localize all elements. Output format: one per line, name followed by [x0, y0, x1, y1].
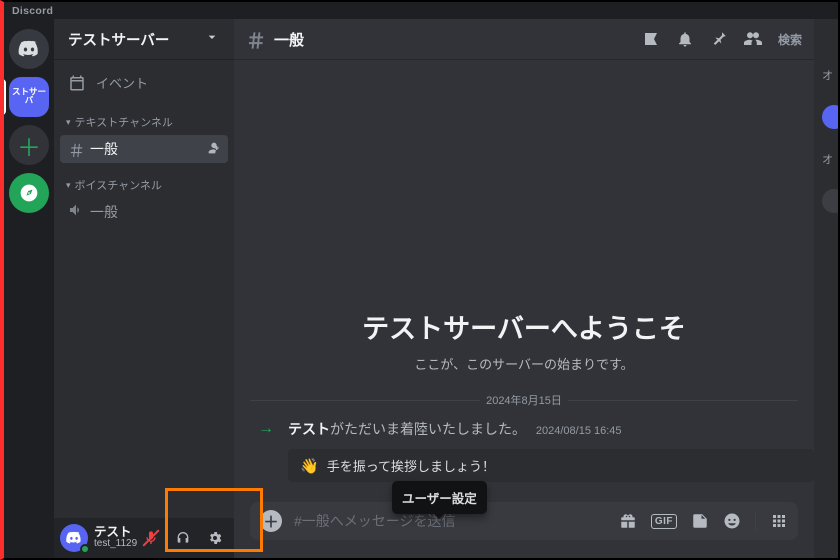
welcome-block: テストサーバーへようこそ ここが、このサーバーの始まりです。: [234, 287, 814, 379]
self-avatar[interactable]: [60, 524, 88, 552]
channel-label: 一般: [90, 139, 118, 159]
self-user-label[interactable]: テスト test_1129: [94, 526, 132, 550]
chevron-down-icon: ▾: [66, 180, 71, 191]
user-panel: テスト test_1129: [54, 518, 234, 558]
welcome-title: テストサーバーへようこそ: [250, 307, 798, 346]
server-rail: ストサーバ ＋: [4, 19, 54, 558]
server-name: テストサーバー: [68, 29, 169, 50]
wave-greeting-button[interactable]: 👋 手を振って挨拶しましょう！: [288, 449, 814, 482]
speaker-icon: [68, 202, 84, 223]
events-item[interactable]: イベント: [60, 65, 228, 100]
apps-icon[interactable]: [770, 512, 788, 530]
invite-people-icon[interactable]: [204, 140, 220, 159]
members-online-heading: オ: [814, 67, 833, 83]
member-list-icon[interactable]: [744, 30, 762, 48]
gif-icon[interactable]: GIF: [651, 514, 677, 529]
headset-icon: [175, 530, 191, 546]
wave-emoji-icon: 👋: [300, 457, 319, 475]
server-icon-current[interactable]: ストサーバ: [9, 77, 49, 117]
text-channel-general[interactable]: ＃ 一般: [60, 135, 228, 163]
home-button[interactable]: [9, 29, 49, 69]
server-active-pill: [4, 79, 6, 115]
channel-sidebar: テストサーバー イベント ▾ テキストチャンネル ＃ 一般: [54, 19, 234, 558]
discord-logo-icon: [17, 37, 41, 61]
category-voice-channels[interactable]: ▾ ボイスチャンネル: [60, 173, 228, 197]
window-titlebar: Discord: [4, 2, 838, 19]
member-avatar[interactable]: [822, 105, 838, 129]
member-list: オ オ: [814, 19, 838, 558]
emoji-icon[interactable]: [723, 512, 741, 530]
date-divider: 2024年8月15日: [234, 391, 814, 409]
chevron-down-icon: [204, 29, 220, 49]
chevron-down-icon: ▾: [66, 117, 71, 128]
members-offline-heading: オ: [814, 151, 833, 167]
header-channel-name: 一般: [274, 29, 304, 50]
join-timestamp: 2024/08/15 16:45: [536, 425, 622, 437]
channel-label: 一般: [90, 202, 118, 222]
message-scroller[interactable]: テストサーバーへようこそ ここが、このサーバーの始まりです。 2024年8月15…: [234, 59, 814, 492]
explore-servers-button[interactable]: [9, 173, 49, 213]
hash-icon: ＃: [246, 25, 266, 54]
gift-icon[interactable]: [619, 512, 637, 530]
microphone-icon: [143, 530, 159, 546]
compass-icon: [19, 183, 39, 203]
pinned-messages-icon[interactable]: [710, 30, 728, 48]
search-label[interactable]: 検索: [778, 31, 802, 48]
attach-button[interactable]: ＋: [260, 510, 282, 532]
system-join-message: → テストがただいま着陸いたしました。 2024/08/15 16:45: [234, 417, 814, 443]
hash-icon: ＃: [68, 137, 84, 162]
join-text: がただいま着陸いたしました。: [330, 421, 526, 437]
events-label: イベント: [96, 73, 148, 92]
gear-icon: [207, 530, 223, 546]
server-dropdown[interactable]: テストサーバー: [54, 19, 234, 59]
welcome-subtitle: ここが、このサーバーの始まりです。: [250, 354, 798, 373]
app-name: Discord: [12, 5, 53, 17]
message-composer: ＋ GIF: [250, 502, 798, 540]
voice-channel-general[interactable]: 一般: [60, 198, 228, 226]
join-user[interactable]: テスト: [288, 421, 330, 437]
user-settings-button[interactable]: [202, 525, 228, 551]
tooltip-user-settings: ユーザー設定: [392, 481, 487, 514]
join-arrow-icon: →: [258, 420, 274, 438]
sticker-icon[interactable]: [691, 512, 709, 530]
deafen-button[interactable]: [170, 525, 196, 551]
message-input[interactable]: [294, 513, 607, 529]
calendar-icon: [68, 74, 86, 92]
threads-icon[interactable]: [642, 30, 660, 48]
channel-header: ＃ 一般 検索: [234, 19, 814, 59]
status-online-icon: [80, 544, 90, 554]
notifications-icon[interactable]: [676, 30, 694, 48]
member-avatar[interactable]: [822, 189, 838, 213]
chat-main: ＃ 一般 検索 テストサーバーへようこそ ここが、このサーバーの始まりです。 2: [234, 19, 814, 558]
add-server-button[interactable]: ＋: [9, 125, 49, 165]
category-text-channels[interactable]: ▾ テキストチャンネル: [60, 110, 228, 134]
mute-mic-button[interactable]: [138, 525, 164, 551]
discord-logo-icon: [65, 529, 83, 547]
